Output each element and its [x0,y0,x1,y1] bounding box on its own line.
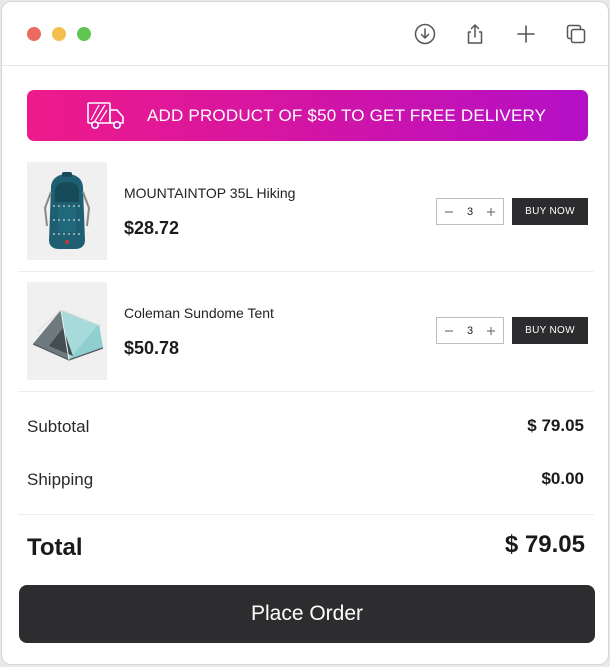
shipping-value: $0.00 [541,469,584,488]
checkout-window: ADD PRODUCT OF $50 TO GET FREE DELIVERY … [1,1,609,665]
cart-item: MOUNTAINTOP 35L Hiking $28.72 3 BUY NOW [18,152,594,272]
buy-now-button[interactable]: BUY NOW [512,198,588,225]
shipping-label: Shipping [27,470,94,489]
quantity-value[interactable]: 3 [467,325,473,337]
product-price: $50.78 [124,338,180,358]
plus-small-icon [487,207,495,216]
minus-icon [445,329,453,332]
total-value: $ 79.05 [504,531,585,558]
decrement-button[interactable] [442,324,456,338]
product-name[interactable]: MOUNTAINTOP 35L Hiking [124,185,295,201]
quantity-stepper: 3 [436,198,504,225]
plus-small-icon [487,326,495,335]
subtotal-label: Subtotal [27,417,90,436]
cart-item: Coleman Sundome Tent $50.78 3 BUY NOW [18,272,594,392]
window-minimize-button[interactable] [52,27,66,41]
quantity-value[interactable]: 3 [467,206,473,218]
total-label: Total [27,534,83,561]
product-image-tent [27,282,107,380]
copy-icon[interactable] [564,22,588,46]
product-image-backpack [27,162,107,260]
increment-button[interactable] [484,324,498,338]
window-zoom-button[interactable] [77,27,91,41]
summary-divider [18,514,594,515]
free-delivery-banner: ADD PRODUCT OF $50 TO GET FREE DELIVERY [27,90,588,141]
product-name[interactable]: Coleman Sundome Tent [124,305,274,321]
plus-icon[interactable] [514,22,538,46]
download-circle-icon[interactable] [413,22,437,46]
title-bar [2,2,608,66]
decrement-button[interactable] [442,205,456,219]
window-close-button[interactable] [27,27,41,41]
increment-button[interactable] [484,205,498,219]
subtotal-value: $ 79.05 [527,416,584,435]
place-order-button[interactable]: Place Order [19,585,595,643]
buy-now-button[interactable]: BUY NOW [512,317,588,344]
banner-text: ADD PRODUCT OF $50 TO GET FREE DELIVERY [147,106,547,125]
share-icon[interactable] [463,22,487,46]
quantity-stepper: 3 [436,317,504,344]
product-price: $28.72 [124,218,180,238]
minus-icon [445,210,453,213]
truck-icon [86,100,126,132]
